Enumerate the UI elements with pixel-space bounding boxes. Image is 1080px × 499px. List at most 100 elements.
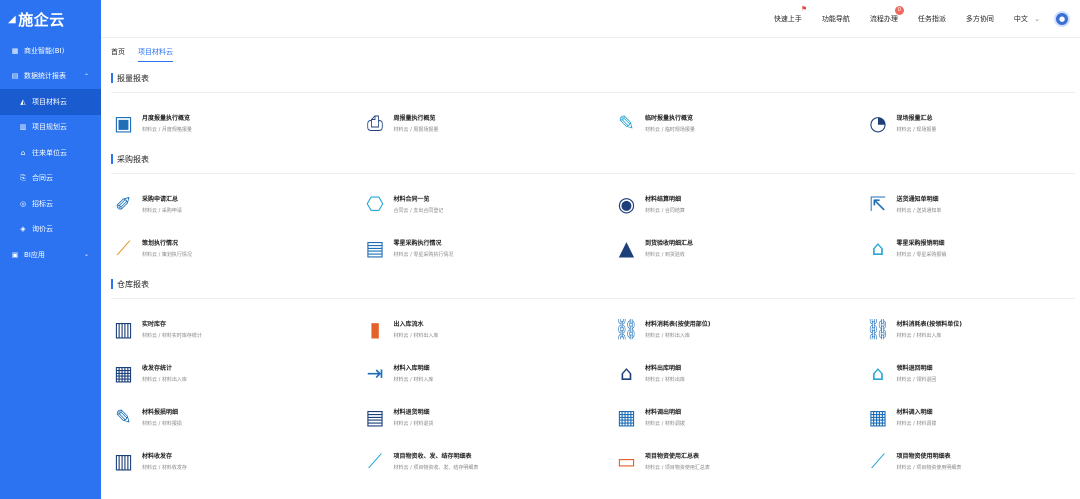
report-card-subtitle: 材料云 / 项目物资使用汇总表 xyxy=(645,465,710,471)
flag-icon: ⚑ xyxy=(800,4,808,13)
report-card[interactable]: ▥ 材料收发存材料云 / 材料收发存 xyxy=(111,439,363,483)
report-card-text: 项目物资收、发、结存明细表材料云 / 项目物资收、发、结存明细表 xyxy=(394,451,479,471)
app-logo[interactable]: ◢ 施企云 xyxy=(0,0,101,38)
report-card-text: 零星采购报销明细 材料云 / 零星采购报销 xyxy=(897,238,947,258)
report-card-subtitle: 材料云 / 领料退回 xyxy=(896,377,937,383)
report-card-text: 项目物资使用明细表 材料云 / 项目物资使用明细表 xyxy=(897,451,962,471)
report-card-title: 项目物资收、发、结存明细表 xyxy=(393,453,472,460)
process-link[interactable]: 流程办理 0 xyxy=(869,5,904,24)
report-card[interactable]: ⟋ 项目物资收、发、结存明细表材料云 / 项目物资收、发、结存明细表 xyxy=(363,439,615,483)
report-card[interactable]: ⟋ 策划执行情况 材料云 / 策划执行情况 xyxy=(111,226,363,270)
sidebar-item-bid[interactable]: ◎ 招标云 xyxy=(0,191,101,217)
function-nav-link[interactable]: 功能导航 xyxy=(822,14,850,24)
report-icon: ▥ xyxy=(114,449,133,473)
report-card[interactable]: ▥ 实时库存 材料云 / 材料实时库存统计 xyxy=(111,307,363,351)
report-icon: ⟋ xyxy=(116,236,131,260)
chevron-up-icon: ⌃ xyxy=(83,72,89,80)
report-card-title: 材料消耗表(按领料单位) xyxy=(896,321,963,328)
report-card-text: 周报量执行概览 材料云 / 周报场报量 xyxy=(394,113,439,133)
logo-text: 施企云 xyxy=(18,10,65,29)
report-card[interactable]: ▲ 到货验收明细汇总 材料云 / 到货验收 xyxy=(614,226,866,270)
report-card[interactable]: ⇥ 材料入库明细 材料云 / 材料入库 xyxy=(363,351,615,395)
report-card-text: 出入库流水 材料云 / 材料出入库 xyxy=(394,319,439,339)
report-card[interactable]: ⌂ 领料退回明细 材料云 / 领料退回 xyxy=(866,351,1080,395)
report-card[interactable]: ◉ 材料结算明细 材料云 / 合同结算 xyxy=(614,182,866,226)
report-card[interactable]: ◔ 现场报量汇总 材料云 / 现场报量 xyxy=(866,101,1080,145)
language-select[interactable]: 中文 ⌄ xyxy=(1014,14,1040,24)
report-icon: ▦ xyxy=(617,405,636,429)
report-card[interactable]: ▤ 零星采购执行情况 材料云 / 零星采购执行情况 xyxy=(363,226,615,270)
report-card[interactable]: ⟋ 项目物资使用明细表 材料云 / 项目物资使用明细表 xyxy=(866,439,1080,483)
report-card[interactable]: ⛓ 材料消耗表(按领料单位) 材料云 / 材料出入库 xyxy=(865,307,1080,351)
report-card[interactable]: ▦ 收发存统计 材料云 / 材料出入库 xyxy=(111,351,363,395)
sidebar-item-label: 招标云 xyxy=(32,199,53,208)
report-card[interactable]: ✎ 材料报损明细 材料云 / 材料报损 xyxy=(111,395,363,439)
sidebar-item-reports[interactable]: ▤ 数据统计报表 ⌃ xyxy=(0,64,101,90)
process-label: 流程办理 xyxy=(869,14,898,23)
report-card-subtitle: 材料云 / 项目物资收、发、结存明细表 xyxy=(393,465,479,471)
report-icon: ⛓ xyxy=(865,317,891,341)
report-card-text: 材料报损明细 材料云 / 材料报损 xyxy=(142,407,182,427)
report-card-title: 策划执行情况 xyxy=(142,240,179,247)
report-card-subtitle: 材料云 / 材料调拨 xyxy=(645,421,685,427)
chart-icon: ◭ xyxy=(20,97,26,106)
report-card[interactable]: ▮ 出入库流水 材料云 / 材料出入库 xyxy=(363,307,615,351)
sidebar-item-bi[interactable]: ▦ 商业智能(BI) xyxy=(0,38,101,64)
report-card[interactable]: ⎔ 材料合同一览 合同云 / 支出合同登记 xyxy=(363,182,615,226)
report-icon: ✎ xyxy=(618,111,635,135)
report-card-title: 材料调出明细 xyxy=(645,409,682,416)
report-icon: ⇱ xyxy=(869,192,887,216)
sidebar-item-material[interactable]: ◭ 项目材料云 xyxy=(0,89,101,115)
report-icon: ▤ xyxy=(11,72,19,81)
report-card[interactable]: ✎ 临时报量执行概览 材料云 / 临时规场报量 xyxy=(614,101,866,145)
chevron-down-icon: ⌄ xyxy=(1034,14,1040,23)
report-card-text: 到货验收明细汇总 材料云 / 到货验收 xyxy=(645,238,693,258)
report-card-subtitle: 材料云 / 材料报损 xyxy=(142,421,182,427)
report-icon: ◉ xyxy=(617,192,636,216)
report-card-title: 材料结算明细 xyxy=(645,196,682,203)
report-icon: ▦ xyxy=(114,361,133,385)
price-icon: ◈ xyxy=(20,225,26,234)
tab-home[interactable]: 首页 xyxy=(111,44,125,64)
report-card[interactable]: ⎙ 周报量执行概览 材料云 / 周报场报量 xyxy=(363,101,615,145)
report-card[interactable]: ▭ 项目物资使用汇总表 材料云 / 项目物资使用汇总表 xyxy=(614,439,866,483)
task-guide-link[interactable]: 任务指派 xyxy=(918,14,946,24)
sidebar-item-contract[interactable]: ⎘ 合同云 xyxy=(0,166,101,192)
report-card[interactable]: ⌂ 零星采购报销明细 材料云 / 零星采购报销 xyxy=(866,226,1080,270)
report-icon: ▣ xyxy=(114,111,133,135)
report-card-title: 收发存统计 xyxy=(142,365,173,372)
report-card[interactable]: ⛓ 材料消耗表(按使用部位) 材料云 / 材料出入库 xyxy=(614,307,866,351)
report-grid: ✐ 采购申请汇总 材料云 / 采购申请 ⎔ 材料合同一览 合同云 / 支出合同登记 ◉ 材料结… xyxy=(111,182,1075,270)
report-card-text: 材料消耗表(按领料单位) 材料云 / 材料出入库 xyxy=(897,319,963,339)
sidebar-item-label: 项目材料云 xyxy=(32,97,67,106)
sidebar-item-planning[interactable]: ▥ 项目规划云 xyxy=(0,115,101,141)
report-icon: ▤ xyxy=(365,236,385,260)
report-icon: ⟋ xyxy=(368,449,382,473)
report-card[interactable]: ⇱ 送货通知单明细 材料云 / 送货通知单 xyxy=(866,182,1080,226)
report-card-text: 收发存统计 材料云 / 材料出入库 xyxy=(142,363,187,383)
report-card[interactable]: ▤ 材料退货明细 材料云 / 材料退货 xyxy=(363,395,615,439)
multi-collab-link[interactable]: 多方协同 xyxy=(966,14,994,24)
sidebar-item-bi-app[interactable]: ▣ BI应用 ⌄ xyxy=(0,242,101,268)
report-card[interactable]: ▣ 月度报量执行概览 材料云 / 月度规格报量 xyxy=(111,101,363,145)
report-card-text: 材料消耗表(按使用部位) 材料云 / 材料出入库 xyxy=(645,319,711,339)
quick-start-link[interactable]: ⚑ 快速上手 xyxy=(774,5,807,24)
report-card-subtitle: 材料云 / 材料收发存 xyxy=(142,465,187,471)
report-card[interactable]: ✐ 采购申请汇总 材料云 / 采购申请 xyxy=(111,182,363,226)
report-card-text: 材料收发存材料云 / 材料收发存 xyxy=(142,451,187,471)
report-card[interactable]: ▦ 材料调入明细 材料云 / 材料调拨 xyxy=(866,395,1080,439)
report-card[interactable]: ▦ 材料调出明细 材料云 / 材料调拨 xyxy=(614,395,866,439)
report-icon: ⌂ xyxy=(620,361,633,385)
bid-icon: ◎ xyxy=(19,199,27,208)
section-title: 采购报表 xyxy=(111,145,1075,174)
report-content: 报量报表 ▣ 月度报量执行概览 材料云 / 月度规格报量 ⎙ 周报量执行概览 材料云 / 周… xyxy=(111,64,1075,483)
report-card-title: 材料收发存 xyxy=(142,453,173,460)
report-card[interactable]: ⌂ 材料出库明细 材料云 / 材料出库 xyxy=(614,351,866,395)
report-card-title: 实时库存 xyxy=(142,321,167,328)
report-card-title: 领料退回明细 xyxy=(896,365,933,372)
report-card-text: 月度报量执行概览 材料云 / 月度规格报量 xyxy=(142,113,192,133)
avatar[interactable]: ● xyxy=(1054,10,1070,27)
tab-material-cloud[interactable]: 项目材料云 xyxy=(138,44,173,62)
sidebar-item-inquiry[interactable]: ◈ 询价云 xyxy=(0,217,101,243)
sidebar-item-partners[interactable]: ⌂ 往来单位云 xyxy=(0,140,101,166)
